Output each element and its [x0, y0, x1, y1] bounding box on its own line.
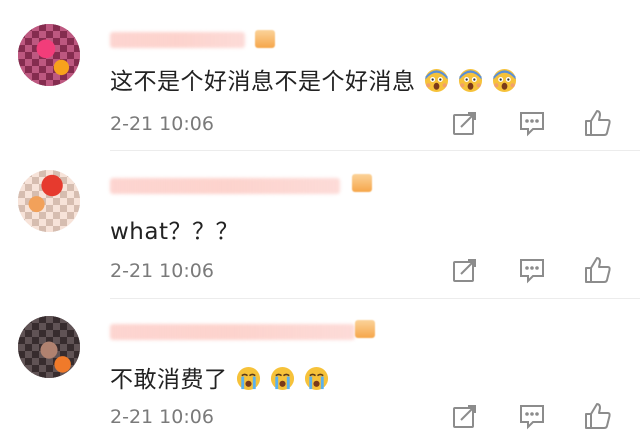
username-blurred[interactable] — [110, 178, 340, 194]
crying-emoji-icon — [228, 366, 262, 393]
badge-icon — [352, 174, 372, 192]
scream-emoji-icon — [416, 68, 450, 95]
timestamp: 2-21 10:06 — [110, 113, 214, 135]
crying-emoji-icon — [295, 366, 329, 393]
scream-emoji-icon — [449, 68, 483, 95]
avatar[interactable] — [18, 316, 80, 378]
comment-item: 这不是个好消息不是个好消息 2-21 10:06 — [0, 0, 640, 148]
share-icon[interactable] — [450, 401, 480, 431]
scream-emoji-icon — [483, 68, 517, 95]
avatar[interactable] — [18, 170, 80, 232]
username-blurred[interactable] — [110, 324, 355, 340]
badge-icon — [355, 320, 375, 338]
badge-icon — [255, 30, 275, 48]
comment-icon[interactable] — [517, 108, 547, 138]
comment-text: 不敢消费了 — [110, 360, 329, 394]
comment-text: 这不是个好消息不是个好消息 — [110, 62, 517, 96]
like-icon[interactable] — [583, 401, 613, 431]
comment-text-label: 不敢消费了 — [110, 367, 228, 393]
username-blurred[interactable] — [110, 32, 245, 48]
comment-text-label: what？？？ — [110, 219, 240, 245]
comment-text: what？？？ — [110, 212, 239, 246]
share-icon[interactable] — [450, 255, 480, 285]
like-icon[interactable] — [583, 108, 613, 138]
comment-text-label: 这不是个好消息不是个好消息 — [110, 69, 416, 95]
timestamp: 2-21 10:06 — [110, 406, 214, 428]
crying-emoji-icon — [261, 366, 295, 393]
avatar[interactable] — [18, 24, 80, 86]
comment-item: 不敢消费了 2-21 10:06 — [0, 298, 640, 446]
timestamp: 2-21 10:06 — [110, 260, 214, 282]
comment-icon[interactable] — [517, 401, 547, 431]
comment-icon[interactable] — [517, 255, 547, 285]
like-icon[interactable] — [583, 255, 613, 285]
comment-item: what？？？ 2-21 10:06 — [0, 150, 640, 298]
share-icon[interactable] — [450, 108, 480, 138]
